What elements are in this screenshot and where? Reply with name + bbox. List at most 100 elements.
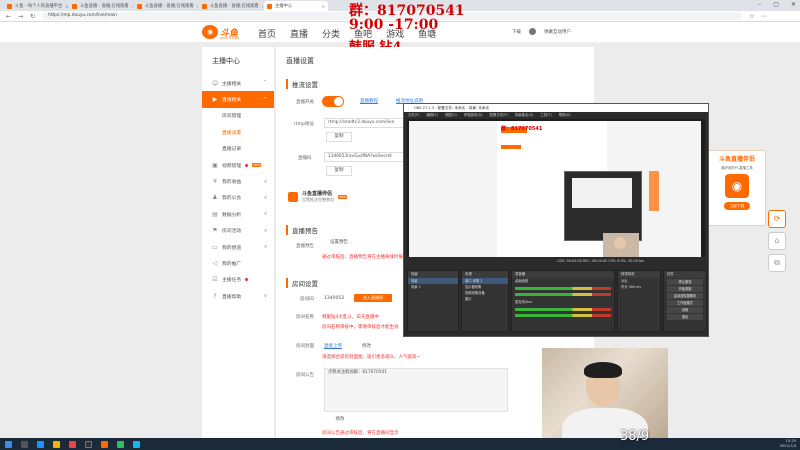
studio-mode-button[interactable]: 工作室模式	[667, 300, 703, 306]
source-item[interactable]: 图片	[462, 296, 508, 302]
sidebar-item-video[interactable]: ▣ 视频管理 NEW	[202, 157, 274, 173]
nav-category[interactable]: 分类	[322, 27, 340, 40]
announcement-modify-button[interactable]: 修改	[326, 416, 354, 426]
forward-icon[interactable]: →	[18, 13, 23, 20]
obs-exit-button[interactable]: 退出	[667, 314, 703, 320]
folder-icon[interactable]	[53, 440, 60, 448]
nav-home[interactable]: 首页	[258, 27, 276, 40]
preview-overlay-text: 群：817070541	[501, 126, 543, 132]
browser-tab[interactable]: 斗鱼直播 - 直播,在线观看✕	[134, 1, 198, 11]
obs-menu-edit[interactable]: 编辑(E)	[426, 112, 438, 118]
obs-menu-tools[interactable]: 工具(T)	[540, 112, 552, 118]
obs-preview[interactable]: 群：817070541 LIVE: 00:00:00 REC: 00:00:00…	[407, 119, 705, 265]
sidebar-item-analytics[interactable]: ▤ 数据分析 v	[202, 206, 274, 222]
close-window-icon[interactable]: ✕	[791, 1, 796, 8]
sidebar-item-channel[interactable]: ▭ 我的频道 v	[202, 239, 274, 255]
close-icon[interactable]: ✕	[132, 4, 133, 9]
sidebar-item-room-manage[interactable]: 房间管理	[202, 108, 274, 124]
reload-icon[interactable]: ↻	[30, 13, 35, 20]
enter-room-button[interactable]: 进入直播间	[354, 294, 392, 302]
announcement-textarea[interactable]: 点我关注群加群：817070541	[324, 368, 508, 412]
menu-dots-icon[interactable]: ⋯	[761, 13, 767, 20]
live-assistant-banner[interactable]: 斗鱼直播伴侣 最好用的PC直播工具 ◉ 立即下载	[708, 150, 766, 226]
obs-settings-button[interactable]: 设置	[667, 307, 703, 313]
mixer-channel-label: 麦克风/Aux	[515, 300, 533, 304]
close-icon[interactable]: ✕	[197, 4, 198, 9]
screenshot-icon[interactable]: ⧉	[768, 254, 786, 272]
close-icon[interactable]: ✕	[322, 4, 325, 9]
sidebar-item-activity[interactable]: ⚑ 房间活动 v	[202, 223, 274, 239]
virtual-camera-button[interactable]: 启动虚拟摄像机	[667, 293, 703, 299]
search-icon[interactable]	[21, 440, 28, 448]
download-link[interactable]: 下载	[512, 29, 521, 35]
obs-icon[interactable]	[85, 440, 92, 448]
obs-scenes-dock: 场景 场景 场景 2	[407, 270, 459, 332]
back-icon[interactable]: ←	[6, 13, 11, 20]
sidebar-item-live-settings[interactable]: 直播设置	[202, 124, 274, 140]
cover-modify-link[interactable]: 修改	[362, 343, 371, 349]
task-icon: ☑	[212, 276, 218, 284]
douyu-favicon-icon	[267, 3, 272, 9]
browser-tab[interactable]: 斗鱼直播 - 直播,在线观看✕	[199, 1, 263, 11]
sidebar-item-guild[interactable]: ♟ 我的公会 v	[202, 190, 274, 206]
share-icon[interactable]: ⟳	[768, 210, 786, 228]
stream-code-field[interactable]: 1340053ravGuzfNA?wsSecret	[324, 152, 404, 162]
room-id-label: 房间ID	[300, 297, 314, 302]
transition-duration[interactable]: 时长 300 ms	[618, 284, 660, 290]
sidebar-item-promotion[interactable]: ◁ 我的推广	[202, 255, 274, 271]
home-icon[interactable]: ⌂	[768, 232, 786, 250]
sidebar-item-live[interactable]: ▶ 直播相关 ^	[202, 91, 274, 108]
star-icon[interactable]: ☆	[749, 13, 754, 20]
copy-code-button[interactable]: 复制	[326, 166, 352, 176]
avatar[interactable]	[529, 28, 536, 35]
flag-icon: ⚑	[212, 227, 218, 235]
sidebar-item-tasks[interactable]: ☑ 主播任务	[202, 272, 274, 288]
rtmp-address-field[interactable]: rtmp://sendtc3.douyu.com/live	[324, 118, 404, 128]
cover-upload-link[interactable]: 直接上传	[324, 343, 342, 349]
frame-counter: 38/9	[620, 429, 650, 444]
douyu-app-icon[interactable]	[101, 440, 108, 448]
obs-menu-file[interactable]: 文件(F)	[408, 112, 419, 118]
obs-menu-docks[interactable]: 停靠部件(D)	[464, 112, 483, 118]
minimize-icon[interactable]: –	[758, 1, 761, 8]
browser-tab[interactable]: 斗鱼直播 - 直播,在线观看✕	[69, 1, 133, 11]
nav-live[interactable]: 直播	[290, 27, 308, 40]
douyu-logo[interactable]: ◉ 斗鱼 DOUYU.COM	[202, 25, 239, 40]
maximize-icon[interactable]: ▢	[773, 1, 779, 8]
sidebar-item-income[interactable]: ¥ 我的收益 v	[202, 173, 274, 189]
douyu-favicon-icon	[72, 3, 77, 9]
start-icon[interactable]	[5, 440, 12, 448]
obs-menu-scenes[interactable]: 场景集合(S)	[515, 112, 533, 118]
close-icon[interactable]: ✕	[262, 4, 263, 9]
live-assistant-promo[interactable]: 斗鱼直播伴侣 设置推流完整教程 NEW	[288, 190, 348, 203]
edge-icon[interactable]	[37, 440, 44, 448]
chrome-icon[interactable]	[69, 440, 76, 448]
sidebar-item-help[interactable]: ? 直播帮助 v	[202, 288, 274, 304]
close-icon[interactable]: ✕	[65, 4, 68, 9]
start-recording-button[interactable]: 开始录制	[667, 286, 703, 292]
room-name-tip: 韩服钻4大乱斗，白天直播中	[322, 315, 379, 320]
obs-menu-profile[interactable]: 配置文件(P)	[490, 112, 508, 118]
stop-stream-button[interactable]: 停止推流	[667, 279, 703, 285]
username[interactable]: 弹幕互动用户	[544, 29, 571, 35]
stream-toggle[interactable]	[322, 96, 344, 107]
sidebar-item-live-record[interactable]: 直播记录	[202, 141, 274, 157]
obs-menu-view[interactable]: 视图(V)	[445, 112, 457, 118]
obs-menu-help[interactable]: 帮助(H)	[559, 112, 571, 118]
scene-item[interactable]: 场景 2	[408, 284, 458, 290]
browser-tab[interactable]: 斗鱼 - 每个人的直播平台 ✕	[4, 1, 68, 11]
set-notice-button[interactable]: 设置预告	[324, 239, 354, 249]
new-badge: NEW	[338, 194, 348, 199]
system-tray[interactable]: 15:25 2021/7/4	[780, 439, 796, 449]
qq-icon[interactable]	[133, 440, 140, 448]
notice-label: 直播预告	[296, 244, 314, 249]
wechat-icon[interactable]	[117, 440, 124, 448]
tutorial-link[interactable]: 直播教程	[360, 98, 378, 104]
mixer-meter	[515, 308, 611, 311]
sidebar-item-anchor[interactable]: ☺ 主播相关 ^	[202, 75, 274, 91]
download-assistant-button[interactable]: 立即下载	[724, 202, 750, 210]
mixer-channel-label: 桌面音频	[515, 279, 529, 283]
obs-window: OBS 27.1.3 - 配置文件: 未命名 - 场景: 未命名 文件(F) 编…	[403, 103, 709, 337]
copy-rtmp-button[interactable]: 复制	[326, 132, 352, 142]
browser-tab-active[interactable]: 主播中心 ✕	[264, 1, 328, 11]
